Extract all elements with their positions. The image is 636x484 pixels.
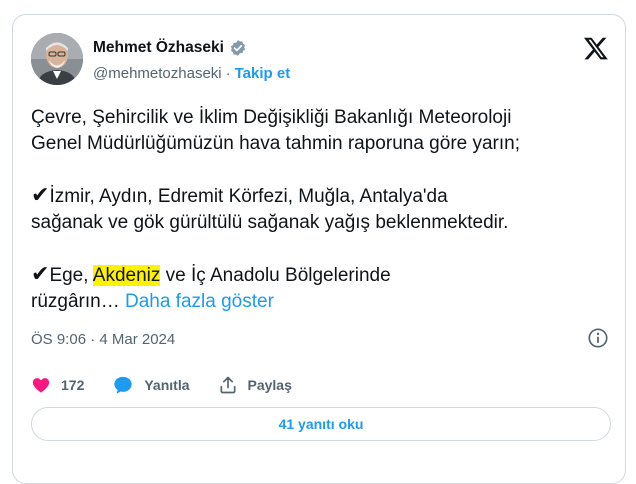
tweet-text: Çevre, Şehircilik ve İklim Değişikliği B… <box>31 105 621 315</box>
show-more-link[interactable]: Daha fazla göster <box>125 291 274 312</box>
tweet-card: Mehmet Özhaseki @mehmetozhaseki · Takip … <box>12 14 626 484</box>
tweet-text-segment: rüzgârın… <box>31 291 125 312</box>
action-bar: 172 Yanıtla Paylaş <box>31 375 320 395</box>
separator: · <box>225 65 231 82</box>
tweet-text-segment: ve İç Anadolu Bölgelerinde <box>160 265 391 286</box>
info-icon[interactable] <box>587 327 609 349</box>
share-button[interactable]: Paylaş <box>218 375 292 395</box>
tweet-text-segment: Ege, <box>49 265 93 286</box>
tweet-line: ✔İzmir, Aydın, Edremit Körfezi, Muğla, A… <box>31 183 621 210</box>
checkmark-icon: ✔ <box>31 262 50 287</box>
tweet-line: Genel Müdürlüğümüzün hava tahmin raporun… <box>31 133 521 154</box>
highlighted-word: Akdeniz <box>92 265 161 286</box>
timestamp[interactable]: ÖS 9:06 · 4 Mar 2024 <box>31 331 175 348</box>
read-replies-button[interactable]: 41 yanıtı oku <box>31 407 611 441</box>
reply-bubble-icon <box>114 376 132 394</box>
share-label: Paylaş <box>247 377 292 393</box>
tweet-line: rüzgârın… Daha fazla göster <box>31 289 621 315</box>
x-logo-icon[interactable] <box>583 35 609 61</box>
tweet-line: sağanak ve gök gürültülü sağanak yağış b… <box>31 212 509 233</box>
tweet-text-segment: İzmir, Aydın, Edremit Körfezi, Muğla, An… <box>49 186 448 207</box>
author-name[interactable]: Mehmet Özhaseki <box>93 39 224 57</box>
likes-count: 172 <box>61 377 85 393</box>
reply-button[interactable]: Yanıtla <box>112 375 190 395</box>
checkmark-icon: ✔ <box>31 183 50 208</box>
tweet-line: ✔Ege, Akdeniz ve İç Anadolu Bölgelerinde <box>31 262 621 289</box>
avatar[interactable] <box>31 33 83 85</box>
like-button[interactable]: 172 <box>31 375 84 395</box>
follow-button[interactable]: Takip et <box>235 65 291 82</box>
share-icon <box>220 376 235 394</box>
handle-row: @mehmetozhaseki · Takip et <box>93 65 290 82</box>
author-handle[interactable]: @mehmetozhaseki <box>93 65 222 82</box>
author-name-row: Mehmet Özhaseki <box>93 39 247 57</box>
tweet-line: Çevre, Şehircilik ve İklim Değişikliği B… <box>31 107 512 128</box>
reply-label: Yanıtla <box>144 377 190 393</box>
heart-icon <box>32 378 50 393</box>
verified-badge-icon <box>229 39 247 57</box>
